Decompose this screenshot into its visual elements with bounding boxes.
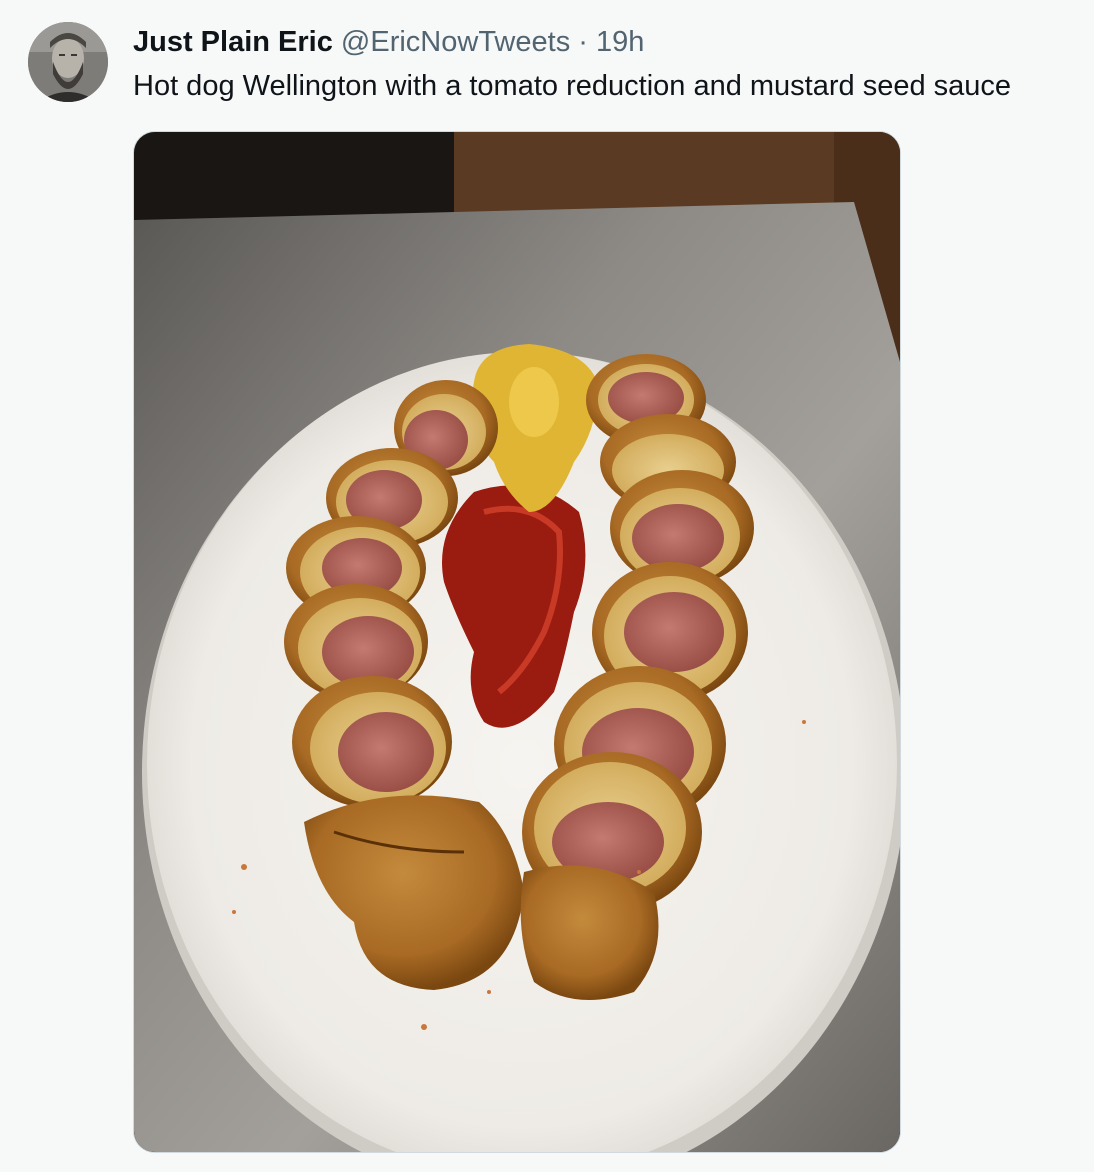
avatar-photo-icon	[28, 22, 108, 102]
separator-dot: ·	[578, 26, 588, 58]
timestamp[interactable]: 19h	[596, 26, 644, 58]
author-name[interactable]: Just Plain Eric	[133, 26, 333, 58]
user-avatar[interactable]	[28, 22, 108, 102]
tweet-header: Just Plain Eric @EricNowTweets · 19h	[133, 24, 644, 60]
tweet-text: Hot dog Wellington with a tomato reducti…	[133, 70, 1012, 102]
author-handle[interactable]: @EricNowTweets	[341, 26, 570, 58]
food-photo-icon	[134, 132, 900, 1152]
tweet-media-image[interactable]	[133, 131, 901, 1153]
tweet-card[interactable]: Just Plain Eric @EricNowTweets · 19h Hot…	[0, 0, 1094, 1172]
